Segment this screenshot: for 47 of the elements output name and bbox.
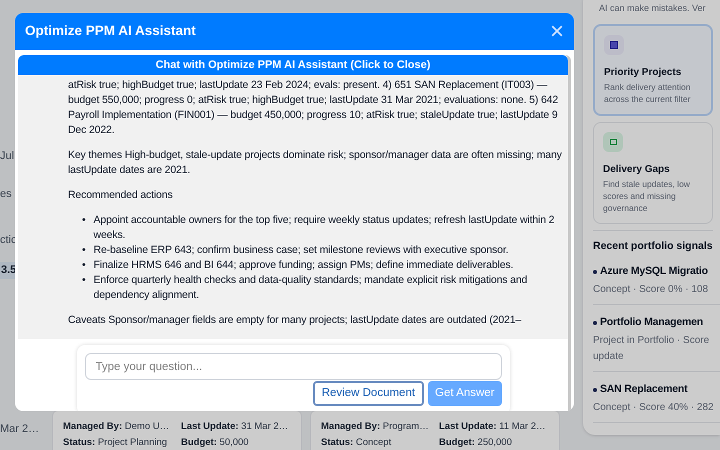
question-input[interactable]: Type your question... [84, 353, 502, 380]
dialog-title: Optimize PPM AI Assistant [25, 22, 196, 40]
signal-title[interactable]: Azure MySQL Migratio [600, 264, 708, 280]
card-field: Budget: 50,000 [181, 437, 291, 448]
square-icon [610, 138, 616, 144]
review-button[interactable]: Review Document [312, 381, 424, 406]
signal-meta: Project in Portfolio · Score [593, 334, 710, 348]
list-item: Appoint accountable owners for the top five; require weekly status updates; refresh lastUpdate within 2 weeks. [94, 213, 556, 243]
bullet-icon: • [82, 213, 86, 243]
background-text: Mar 2… [0, 422, 40, 437]
square-icon [610, 40, 618, 48]
card-field: Last Update: 11 Mar 2… [439, 421, 549, 432]
list-item: Enforce quarterly health checks and data-quality standards; mandate explicit risk mitigations and dependency alignment. [94, 273, 528, 303]
card-description: Find stale updates, low scores and missing governance [603, 178, 691, 214]
signal-meta: Concept · Score 0% · 108 [593, 283, 710, 297]
background-text: es [0, 187, 12, 202]
card-field: Managed By: Demo U… [63, 421, 173, 432]
message-text: Key themes High-budget, stale-update projects dominate risk; sponsor/manager data are often missing; many lastUpdate dates are 2021. [68, 148, 563, 178]
section-title: Recent portfolio signals [593, 238, 714, 254]
signal-title[interactable]: Portfolio Managemen [600, 315, 703, 331]
list-item: Re-baseline ERP 643; confirm business case; set milestone reviews with executive sponsor. [94, 243, 508, 258]
card-field: Last Update: 31 Mar 2… [181, 421, 291, 432]
card-title: Delivery Gaps [603, 162, 671, 176]
signal-title[interactable]: SAN Replacement [600, 382, 688, 398]
bullet-icon: • [82, 243, 86, 258]
message-text: Caveats Sponsor/manager fields are empty for many projects; lastUpdate dates are outdated (2021– [68, 313, 522, 328]
card-field: Managed By: Program… [321, 421, 431, 432]
bullet-icon: • [82, 273, 86, 303]
action-card[interactable]: Delivery Gaps Find stale updates, low scores and missing governance [593, 122, 713, 224]
message-text: atRisk true; highBudget true; lastUpdate 23 Feb 2024; evals: present. 4) 651 SAN Replacement (IT003) — budget 550,000; progress 0; atRisk true; highBudget true; lastUpdate 31 Mar 2021; evaluations: none. 5) 642 Payroll Implementation (FIN001) — budget 450,000; progress 10; atRisk true; staleUpdate true; lastUpdate 9 Dec 2022. [68, 78, 560, 138]
background-text: Jul [0, 149, 14, 164]
card-field: Status: Concept [321, 437, 431, 448]
card-title: Priority Projects [604, 66, 682, 80]
message-text: Recommended actions [68, 188, 174, 203]
card-field: Status: Project Planning [63, 437, 173, 448]
bullet-icon [593, 320, 597, 325]
bullet-icon [593, 270, 597, 274]
card-description: Rank delivery attention across the current filter [604, 80, 692, 104]
list-item: Finalize HRMS 646 and BI 644; approve funding; assign PMs; define immediate deliverables. [94, 258, 514, 273]
bullet-icon [593, 388, 597, 392]
signal-meta: update [593, 350, 625, 364]
chat-header-button[interactable]: Chat with Optimize PPM AI Assistant (Click to Close) [18, 55, 568, 75]
signal-meta: Concept · Score 40% · 282 [593, 400, 715, 414]
disclaimer-text: AI can make mistakes. Ver [598, 2, 707, 15]
bullet-icon: • [82, 258, 86, 273]
card-field: Budget: 250,000 [439, 437, 549, 448]
action-card[interactable]: Priority Projects Rank delivery attention across the current filter [593, 24, 713, 116]
